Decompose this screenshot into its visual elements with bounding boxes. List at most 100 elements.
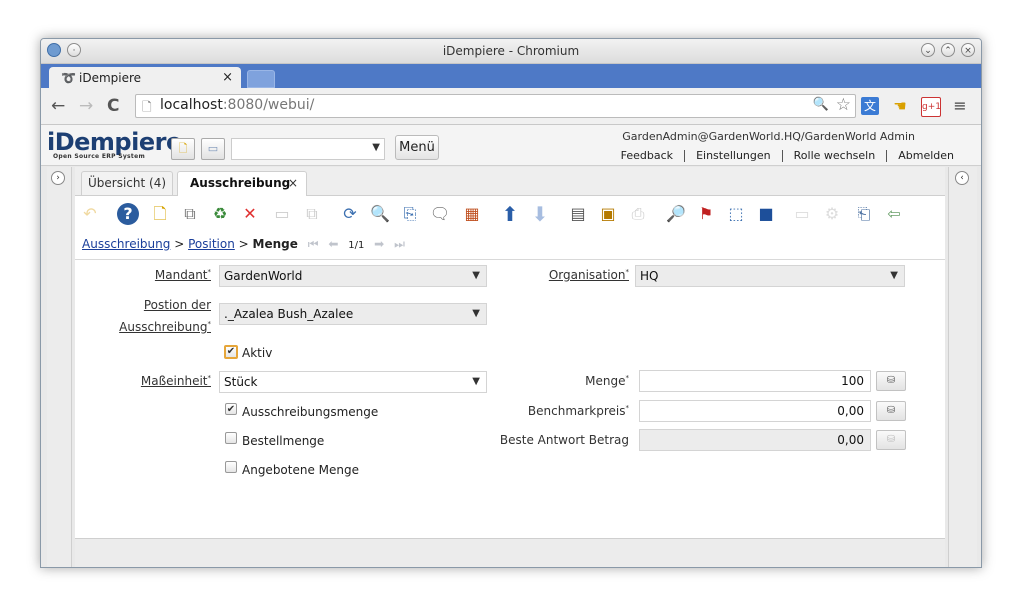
open-window-icon[interactable]: ▭ (201, 138, 225, 160)
logout-link[interactable]: Abmelden (886, 150, 965, 162)
logo-subtitle: Open Source ERP System (53, 153, 146, 160)
calculator-icon: ⛁ (876, 430, 906, 450)
menge-label: Menge* (585, 374, 629, 388)
zoom-across-icon[interactable]: 🔎 (665, 203, 687, 225)
mandant-label: Mandant* (154, 268, 211, 282)
new-record-icon[interactable]: 🗋 (149, 203, 171, 225)
position-combo[interactable]: ._Azalea Bush_Azalee ▼ (219, 303, 487, 325)
window-tabs: Übersicht (4) Ausschreibung × (75, 167, 945, 196)
chat-icon[interactable]: 🗨 (429, 203, 451, 225)
calculator-icon[interactable]: ⛁ (876, 371, 906, 391)
ignore-icon[interactable]: ↶ (79, 203, 101, 225)
close-tab-icon[interactable]: × (222, 70, 233, 85)
record-position: 1/1 (348, 240, 365, 251)
tab-ausschreibung[interactable]: Ausschreibung × (177, 171, 307, 196)
first-record-icon[interactable]: ⏮ (308, 237, 319, 251)
detail-record-icon[interactable]: ⬇ (529, 203, 551, 225)
parent-record-icon[interactable]: ⬆ (499, 203, 521, 225)
calculator-icon[interactable]: ⛁ (876, 401, 906, 421)
menge-field[interactable]: 100 (639, 370, 871, 392)
chevron-down-icon: ▼ (890, 270, 898, 281)
reload-icon[interactable]: C (107, 96, 119, 116)
save-create-icon[interactable]: ⧉ (301, 203, 323, 225)
window-title: iDempiere - Chromium (442, 44, 580, 58)
back-arrow-icon[interactable]: ← (51, 96, 65, 116)
attachment-icon[interactable]: ⎘ (399, 203, 421, 225)
mandant-combo[interactable]: GardenWorld ▼ (219, 265, 487, 287)
breadcrumb: Ausschreibung > Position > Menge ⏮ ⬅ 1/1… (82, 237, 405, 251)
main-content: Übersicht (4) Ausschreibung × ↶ ? 🗋 ⧉ ♻ … (75, 167, 945, 567)
report-icon[interactable]: ▤ (567, 203, 589, 225)
expand-left-icon[interactable]: › (51, 171, 65, 185)
browser-tab[interactable]: ➰ iDempiere × (49, 67, 241, 88)
new-window-icon[interactable]: 🗋 (171, 138, 195, 160)
zoom-icon[interactable]: 🔍 (813, 97, 829, 112)
tab-overview[interactable]: Übersicht (4) (81, 171, 173, 195)
organisation-combo[interactable]: HQ ▼ (635, 265, 905, 287)
chevron-down-icon: ▼ (372, 142, 380, 153)
tab-ausschreibung-label: Ausschreibung (190, 176, 291, 190)
new-tab-button[interactable] (247, 70, 275, 88)
next-record-icon[interactable]: ➡ (374, 237, 384, 251)
workflow-icon[interactable]: ■ (755, 203, 777, 225)
menu-button[interactable]: Menü (395, 135, 439, 160)
beste-antwort-label: Beste Antwort Betrag (499, 433, 629, 447)
translate-extension-icon[interactable]: 文 (861, 97, 879, 115)
grid-toggle-icon[interactable]: ▦ (461, 203, 483, 225)
import-icon[interactable]: ⇦ (883, 203, 905, 225)
refresh-icon[interactable]: ⟳ (339, 203, 361, 225)
forward-arrow-icon[interactable]: → (79, 96, 93, 116)
post-icon[interactable]: ▭ (791, 203, 813, 225)
window-titlebar: · iDempiere - Chromium ⌄ ⌃ × (41, 39, 981, 64)
maximize-button[interactable]: ⌃ (941, 43, 955, 57)
breadcrumb-ausschreibung-link[interactable]: Ausschreibung (82, 237, 170, 251)
aktiv-checkbox[interactable]: ✔ (224, 345, 238, 359)
breadcrumb-current: Menge (252, 237, 298, 251)
idempiere-favicon-icon: ➰ (61, 71, 76, 85)
expand-right-icon[interactable]: ‹ (955, 171, 969, 185)
masseinheit-label: Maßeinheit* (140, 374, 211, 388)
window-search-combo[interactable]: ▼ (231, 138, 385, 160)
copy-record-icon[interactable]: ⧉ (179, 203, 201, 225)
print-icon[interactable]: ⎙ (627, 203, 649, 225)
export-icon[interactable]: ⎗ (853, 203, 875, 225)
feedback-link[interactable]: Feedback (610, 150, 684, 162)
idempiere-app: iDempiere Open Source ERP System 🗋 ▭ ▼ M… (41, 125, 981, 567)
benchmarkpreis-label: Benchmarkpreis* (527, 404, 629, 418)
delete-selection-icon[interactable]: ✕ (239, 203, 261, 225)
switch-role-link[interactable]: Rolle wechseln (781, 150, 887, 162)
ausschreibungsmenge-label: Ausschreibungsmenge (242, 405, 379, 419)
help-icon[interactable]: ? (117, 203, 139, 225)
process-icon[interactable]: ⚙ (821, 203, 843, 225)
save-icon[interactable]: ▭ (271, 203, 293, 225)
angebotene-menge-checkbox[interactable] (225, 461, 237, 473)
bestellmenge-label: Bestellmenge (242, 434, 325, 448)
address-bar[interactable]: 🗋 localhost:8080/webui/ 🔍 ☆ (135, 94, 856, 118)
settings-link[interactable]: Einstellungen (684, 150, 782, 162)
browser-tab-title: iDempiere (79, 71, 142, 85)
benchmarkpreis-field[interactable]: 0,00 (639, 400, 871, 422)
chrome-menu-icon[interactable]: ≡ (951, 97, 969, 115)
close-window-button[interactable]: × (961, 43, 975, 57)
last-record-icon[interactable]: ⏭ (394, 237, 405, 251)
product-info-icon[interactable]: ⬚ (725, 203, 747, 225)
organisation-label: Organisation* (548, 268, 629, 282)
record-form: Mandant* GardenWorld ▼ Organisation* HQ … (75, 259, 945, 550)
bookmark-star-icon[interactable]: ☆ (836, 95, 851, 115)
google-plus-extension-icon[interactable]: g+1 (921, 97, 941, 117)
delete-record-icon[interactable]: ♻ (209, 203, 231, 225)
url-text: localhost:8080/webui/ (160, 97, 315, 113)
extension-hand-icon[interactable]: ☚ (891, 97, 909, 115)
minimize-button[interactable]: ⌄ (921, 43, 935, 57)
ausschreibungsmenge-checkbox[interactable]: ✔ (225, 403, 237, 415)
close-tab-icon[interactable]: × (288, 172, 298, 194)
request-icon[interactable]: ⚑ (695, 203, 717, 225)
previous-record-icon[interactable]: ⬅ (328, 237, 338, 251)
masseinheit-combo[interactable]: Stück ▼ (219, 371, 487, 393)
find-icon[interactable]: 🔍 (369, 203, 391, 225)
breadcrumb-position-link[interactable]: Position (188, 237, 235, 251)
archive-icon[interactable]: ▣ (597, 203, 619, 225)
user-info: GardenAdmin@GardenWorld.HQ/GardenWorld A… (622, 130, 915, 143)
bestellmenge-checkbox[interactable] (225, 432, 237, 444)
idempiere-logo: iDempiere (47, 128, 182, 156)
